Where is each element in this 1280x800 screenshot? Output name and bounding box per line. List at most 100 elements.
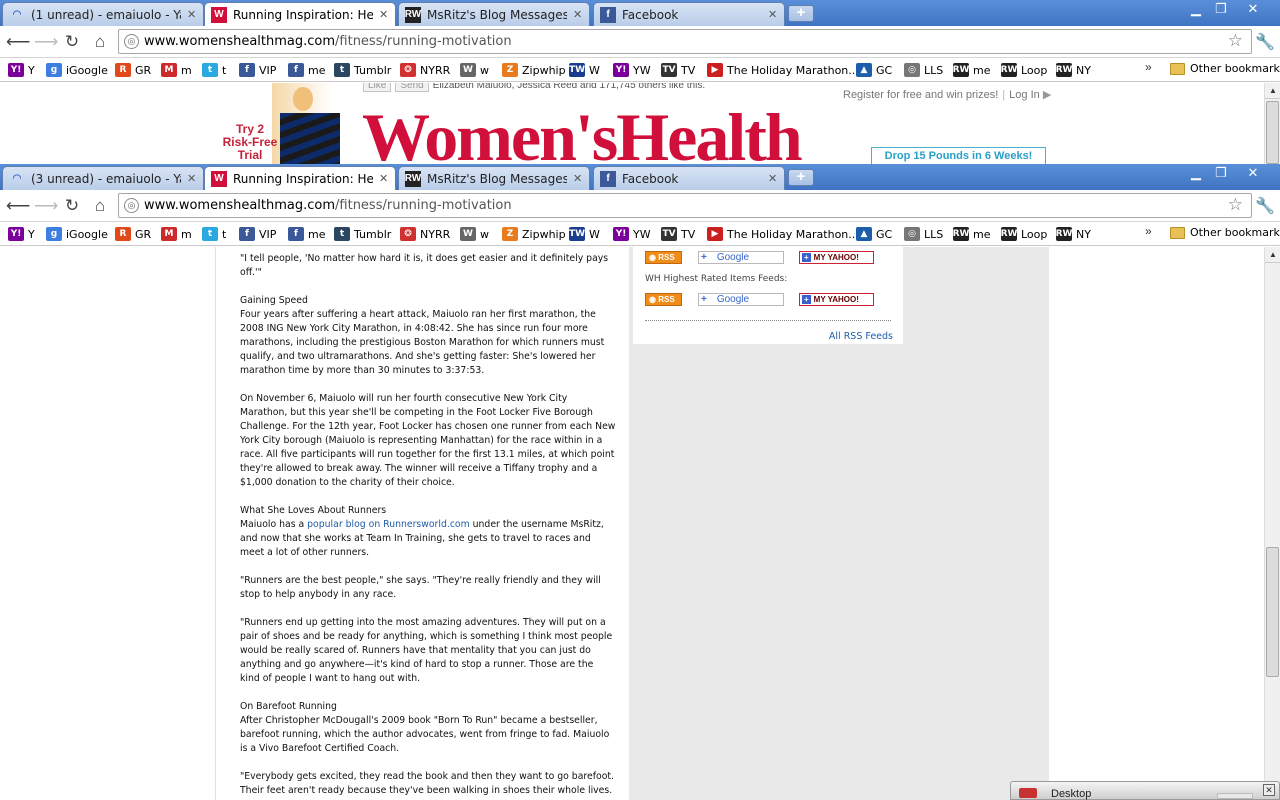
bookmark-item[interactable]: RW NY <box>1056 62 1091 78</box>
bookmark-item[interactable]: tt <box>202 226 226 242</box>
forward-icon[interactable]: ⟶ <box>34 196 58 216</box>
bookmark-item[interactable]: RW Loop <box>1001 62 1047 78</box>
bookmark-item[interactable]: ◎ LLS <box>904 62 943 78</box>
bookmark-item[interactable]: TW W <box>569 62 600 78</box>
scroll-thumb[interactable] <box>1266 101 1279 164</box>
bookmark-item[interactable]: g iGoogle <box>46 62 108 78</box>
tab-womens-health[interactable]: W Running Inspiration: Heart Attack ✕ <box>204 166 396 190</box>
add-to-google-button[interactable]: + Google <box>698 250 784 264</box>
bookmark-item[interactable]: TV TV <box>661 226 695 242</box>
add-to-my-yahoo-button[interactable]: + MY YAHOO! <box>799 292 874 306</box>
back-icon[interactable]: ⟵ <box>6 32 30 52</box>
minimize-icon[interactable]: ▁ <box>1183 164 1209 184</box>
bookmark-item[interactable]: Mm <box>161 226 192 242</box>
restore-icon[interactable]: ❐ <box>1208 0 1234 20</box>
tab-facebook[interactable]: f Facebook ✕ <box>593 2 785 26</box>
wrench-icon[interactable]: 🔧 <box>1255 32 1275 52</box>
bookmark-item[interactable]: Z Zipwhip <box>502 226 566 242</box>
scroll-thumb[interactable] <box>1266 547 1279 677</box>
vertical-scrollbar[interactable]: ▲ <box>1264 83 1280 164</box>
bookmark-star-icon[interactable]: ☆ <box>1228 31 1243 51</box>
scroll-up-icon[interactable]: ▲ <box>1265 247 1280 263</box>
tab-runners-world[interactable]: RW MsRitz's Blog Messages at Runner's Wo… <box>398 166 590 190</box>
forward-icon[interactable]: ⟶ <box>34 32 58 52</box>
fb-send-button[interactable]: Send <box>395 83 429 92</box>
add-to-google-button[interactable]: + Google <box>698 292 784 306</box>
new-tab-button[interactable]: + <box>788 5 814 22</box>
close-icon[interactable]: ✕ <box>573 8 583 21</box>
reload-icon[interactable]: ↻ <box>62 32 82 52</box>
more-bookmarks-icon[interactable]: » <box>1145 224 1152 238</box>
new-tab-button[interactable]: + <box>788 169 814 186</box>
close-icon[interactable]: ✕ <box>1263 784 1275 796</box>
restore-icon[interactable]: ❐ <box>1208 164 1234 184</box>
scroll-up-icon[interactable]: ▲ <box>1265 83 1280 99</box>
bookmark-item[interactable]: Y! YW <box>613 62 651 78</box>
minimize-icon[interactable]: ▁ <box>1183 0 1209 20</box>
other-bookmarks-button[interactable]: Other bookmarks <box>1170 226 1280 239</box>
close-icon[interactable]: ✕ <box>379 8 389 21</box>
register-link[interactable]: Register for free and win prizes! <box>843 89 998 101</box>
bookmark-item[interactable]: RW Loop <box>1001 226 1047 242</box>
close-icon[interactable]: ✕ <box>379 172 389 185</box>
more-bookmarks-icon[interactable]: » <box>1145 60 1152 74</box>
bookmark-item[interactable]: Mm <box>161 62 192 78</box>
reload-icon[interactable]: ↻ <box>62 196 82 216</box>
login-link[interactable]: Log In <box>1009 89 1040 101</box>
bookmark-item[interactable]: f me <box>288 226 325 242</box>
address-bar[interactable]: ◎ www.womenshealthmag.com/fitness/runnin… <box>118 29 1252 54</box>
all-rss-feeds-link[interactable]: All RSS Feeds <box>829 331 893 342</box>
close-icon[interactable]: ✕ <box>187 8 197 21</box>
womens-health-logo[interactable]: Women'sHealth <box>362 102 803 164</box>
bookmark-item[interactable]: RW NY <box>1056 226 1091 242</box>
bookmark-item[interactable]: ❂ NYRR <box>400 62 450 78</box>
bookmark-item[interactable]: RW me <box>953 226 990 242</box>
runnersworld-blog-link[interactable]: popular blog on Runnersworld.com <box>307 519 470 530</box>
bookmark-star-icon[interactable]: ☆ <box>1228 195 1243 215</box>
wrench-icon[interactable]: 🔧 <box>1255 196 1275 216</box>
bookmark-item[interactable]: t Tumblr <box>334 62 391 78</box>
drop-pounds-banner[interactable]: Drop 15 Pounds in 6 Weeks! <box>871 147 1046 164</box>
bookmark-item[interactable]: R GR <box>115 62 151 78</box>
bookmark-item[interactable]: Ww <box>460 62 489 78</box>
bookmark-item[interactable]: R GR <box>115 226 151 242</box>
tab-runners-world[interactable]: RW MsRitz's Blog Messages at Runner's Wo… <box>398 2 590 26</box>
bookmark-item[interactable]: ▶ The Holiday Marathon... <box>707 62 859 78</box>
add-to-my-yahoo-button[interactable]: + MY YAHOO! <box>799 250 874 264</box>
close-icon[interactable]: ✕ <box>768 8 778 21</box>
back-icon[interactable]: ⟵ <box>6 196 30 216</box>
bookmark-item[interactable]: RW me <box>953 62 990 78</box>
bookmark-item[interactable]: Y! YW <box>613 226 651 242</box>
tab-yahoo-mail[interactable]: ◠ (1 unread) - emaiuolo - Yahoo! Mail ✕ <box>2 2 204 26</box>
bookmark-item[interactable]: tt <box>202 62 226 78</box>
bookmark-item[interactable]: ▲ GC <box>856 226 892 242</box>
bookmark-item[interactable]: Ww <box>460 226 489 242</box>
other-bookmarks-button[interactable]: Other bookmarks <box>1170 62 1280 75</box>
close-icon[interactable]: ✕ <box>768 172 778 185</box>
home-icon[interactable]: ⌂ <box>90 196 110 216</box>
home-icon[interactable]: ⌂ <box>90 32 110 52</box>
bookmark-item[interactable]: f VIP <box>239 62 276 78</box>
bookmark-item[interactable]: TV TV <box>661 62 695 78</box>
bookmark-item[interactable]: ◎ LLS <box>904 226 943 242</box>
desktop-panel[interactable]: Desktop <box>1010 781 1280 800</box>
close-window-icon[interactable]: ✕ <box>1240 164 1266 184</box>
bookmark-item[interactable]: ▲ GC <box>856 62 892 78</box>
fb-like-button[interactable]: Like <box>363 83 392 92</box>
rss-button[interactable]: ◉ RSS <box>645 250 682 264</box>
bookmark-item[interactable]: f VIP <box>239 226 276 242</box>
bookmark-item[interactable]: Y! Y <box>8 62 35 78</box>
close-icon[interactable]: ✕ <box>187 172 197 185</box>
close-window-icon[interactable]: ✕ <box>1240 0 1266 20</box>
bookmark-item[interactable]: t Tumblr <box>334 226 391 242</box>
bookmark-item[interactable]: TW W <box>569 226 600 242</box>
bookmark-item[interactable]: ❂ NYRR <box>400 226 450 242</box>
tab-womens-health[interactable]: W Running Inspiration: Heart Attack ✕ <box>204 2 396 26</box>
tab-yahoo-mail[interactable]: ◠ (3 unread) - emaiuolo - Yahoo! Mail ✕ <box>2 166 204 190</box>
vertical-scrollbar[interactable]: ▲ <box>1264 247 1280 800</box>
tab-facebook[interactable]: f Facebook ✕ <box>593 166 785 190</box>
address-bar[interactable]: ◎ www.womenshealthmag.com/fitness/runnin… <box>118 193 1252 218</box>
bookmark-item[interactable]: f me <box>288 62 325 78</box>
rss-button[interactable]: ◉ RSS <box>645 292 682 306</box>
bookmark-item[interactable]: Y! Y <box>8 226 35 242</box>
